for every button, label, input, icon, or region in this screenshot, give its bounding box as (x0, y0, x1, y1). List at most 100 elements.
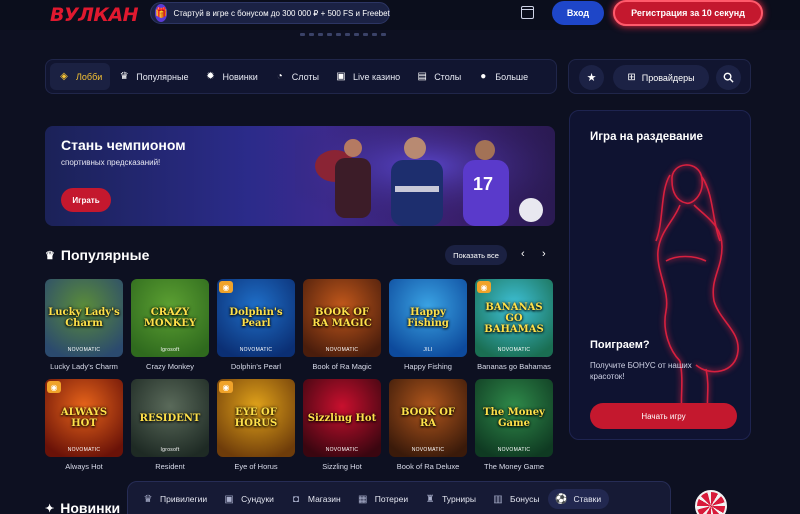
gear-icon: ✹ (206, 71, 215, 82)
game-card[interactable]: ◉ Dolphin's Pearl NOVOMATIC Dolphin's Pearl (217, 279, 295, 371)
game-art-title: BANANAS GO BAHAMAS (484, 301, 544, 335)
nav-item-label: Лобби (76, 71, 103, 82)
game-maker: JILI (423, 347, 433, 353)
bottom-item-label: Сундуки (241, 494, 274, 504)
game-thumbnail[interactable]: Happy Fishing JILI (389, 279, 467, 357)
game-card[interactable]: The Money Game NOVOMATIC The Money Game (475, 379, 553, 471)
game-thumbnail[interactable]: BOOK OF RA MAGIC NOVOMATIC (303, 279, 381, 357)
nav-item-slots[interactable]: ◔ Слоты (266, 63, 327, 90)
nav-item-more[interactable]: ● Больше (469, 63, 536, 90)
section-title-text: Популярные (60, 247, 150, 263)
bottom-item-label: Привилегии (160, 494, 208, 504)
start-game-button[interactable]: Начать игру (590, 403, 737, 429)
game-thumbnail[interactable]: The Money Game NOVOMATIC (475, 379, 553, 457)
game-art-title: RESIDENT (139, 412, 201, 424)
bottom-item-label: Потереи (374, 494, 409, 504)
game-name: Eye of Horus (234, 462, 278, 471)
bottom-item-chests[interactable]: ▣ Сундуки (223, 493, 274, 505)
game-name: Crazy Monkey (146, 362, 194, 371)
game-thumbnail[interactable]: Sizzling Hot NOVOMATIC (303, 379, 381, 457)
more-icon: ● (480, 71, 487, 82)
nav-item-tables[interactable]: ▤ Столы (408, 63, 469, 90)
category-nav: ◈ Лобби ♛ Популярные ✹ Новинки ◔ Слоты ▣… (45, 59, 557, 94)
providers-label: Провайдеры (641, 72, 695, 83)
bottom-item-lotteries[interactable]: ▦ Потереи (357, 493, 408, 505)
nav-item-label: Больше (495, 71, 529, 82)
game-thumbnail[interactable]: ◉ Dolphin's Pearl NOVOMATIC (217, 279, 295, 357)
game-thumbnail[interactable]: ◉ EYE OF HORUS (217, 379, 295, 457)
bottom-item-privileges[interactable]: ♛ Привилегии (142, 493, 208, 505)
game-card[interactable]: Sizzling Hot NOVOMATIC Sizzling Hot (303, 379, 381, 471)
nav-item-new[interactable]: ✹ Новинки (196, 63, 265, 90)
login-button[interactable]: Вход (552, 1, 604, 25)
game-name: Book of Ra Magic (312, 362, 372, 371)
nav-item-popular[interactable]: ♛ Популярные (110, 63, 196, 90)
svg-text:17: 17 (473, 174, 493, 194)
crown-icon: ♛ (45, 249, 55, 262)
crown-icon: ♛ (143, 493, 153, 505)
header: ВУЛКАН 🎁 Стартуй в игре с бонусом до 300… (0, 0, 800, 30)
bottom-item-shop[interactable]: ◘ Магазин (290, 493, 341, 505)
banner-subtitle: спортивных предсказаний! (61, 158, 161, 167)
game-thumbnail[interactable]: CRAZY MONKEY Igrosoft (131, 279, 209, 357)
game-maker: NOVOMATIC (325, 447, 359, 453)
bottom-item-label: Бонусы (509, 494, 540, 504)
game-art-title: Happy Fishing (407, 307, 449, 329)
game-art-title: EYE OF HORUS (234, 407, 278, 429)
game-name: Happy Fishing (404, 362, 452, 371)
nav-item-label: Столы (434, 71, 462, 82)
calendar-icon[interactable] (521, 6, 534, 19)
game-maker: Igrosoft (160, 347, 180, 353)
grid-icon: ⊞ (627, 72, 636, 83)
game-art-title: Sizzling Hot (307, 412, 377, 424)
bottom-item-tournaments[interactable]: ♜ Турниры (424, 493, 476, 505)
register-button[interactable]: Регистрация за 10 секунд (613, 0, 763, 26)
logo[interactable]: ВУЛКАН (50, 4, 139, 26)
promo-banner[interactable]: 17 Стань чемпионом спортивных предсказан… (45, 126, 555, 226)
prev-arrow-icon[interactable]: ‹ (521, 248, 525, 260)
bulb-badge-icon: ◉ (219, 281, 233, 293)
providers-button[interactable]: ⊞ Провайдеры (613, 65, 709, 90)
slots-icon: ◔ (276, 71, 283, 82)
game-art-title: BOOK OF RA MAGIC (312, 307, 372, 329)
bottom-bar: ♛ Привилегии ▣ Сундуки ◘ Магазин ▦ Потер… (127, 481, 671, 514)
strip-game-promo[interactable]: Игра на раздевание Поиграем? Получите БО… (569, 110, 751, 440)
search-button[interactable] (716, 65, 741, 90)
game-card[interactable]: CRAZY MONKEY Igrosoft Crazy Monkey (131, 279, 209, 371)
bottom-item-bets[interactable]: ⚽ Ставки (547, 489, 610, 509)
carousel-dots[interactable] (300, 33, 386, 36)
game-card[interactable]: BOOK OF RA MAGIC NOVOMATIC Book of Ra Magi… (303, 279, 381, 371)
side-question: Поиграем? (590, 339, 650, 351)
star-icon: ★ (586, 72, 597, 84)
live-icon: ▣ (336, 71, 346, 82)
game-card[interactable]: Happy Fishing JILI Happy Fishing (389, 279, 467, 371)
favorites-button[interactable]: ★ (579, 65, 604, 90)
banner-play-button[interactable]: Играть (61, 188, 111, 212)
game-art-title: Dolphin's Pearl (229, 307, 283, 329)
nav-item-label: Популярные (136, 71, 189, 82)
game-maker: NOVOMATIC (497, 447, 531, 453)
game-card[interactable]: Lucky Lady's Charm NOVOMATIC Lucky Lady's … (45, 279, 123, 371)
game-card[interactable]: ◉ EYE OF HORUS Eye of Horus (217, 379, 295, 471)
nav-item-live-casino[interactable]: ▣ Live казино (327, 63, 408, 90)
game-art-title: BOOK OF RA (400, 407, 456, 429)
game-card[interactable]: ◉ BANANAS GO BAHAMAS NOVOMATIC Bananas go B… (475, 279, 553, 371)
bottom-item-bonuses[interactable]: ▥ Бонусы (492, 493, 540, 505)
game-thumbnail[interactable]: ◉ BANANAS GO BAHAMAS NOVOMATIC (475, 279, 553, 357)
bottom-item-label: Турниры (442, 494, 476, 504)
game-maker: NOVOMATIC (325, 347, 359, 353)
trophy-icon: ♜ (425, 493, 435, 505)
game-thumbnail[interactable]: BOOK OF RA NOVOMATIC (389, 379, 467, 457)
game-thumbnail[interactable]: ◉ ALWAYS HOT NOVOMATIC (45, 379, 123, 457)
game-card[interactable]: BOOK OF RA NOVOMATIC Book of Ra Deluxe (389, 379, 467, 471)
game-card[interactable]: ◉ ALWAYS HOT NOVOMATIC Always Hot (45, 379, 123, 471)
game-thumbnail[interactable]: RESIDENT Igrosoft (131, 379, 209, 457)
bulb-badge-icon: ◉ (477, 281, 491, 293)
nav-item-lobby[interactable]: ◈ Лобби (50, 63, 111, 90)
game-thumbnail[interactable]: Lucky Lady's Charm NOVOMATIC (45, 279, 123, 357)
game-card[interactable]: RESIDENT Igrosoft Resident (131, 379, 209, 471)
show-all-button[interactable]: Показать все (445, 245, 507, 265)
promo-pill[interactable]: 🎁 Стартуй в игре с бонусом до 300 000 ₽ … (150, 2, 390, 24)
next-arrow-icon[interactable]: › (542, 248, 546, 260)
crown-icon: ♛ (119, 71, 129, 82)
